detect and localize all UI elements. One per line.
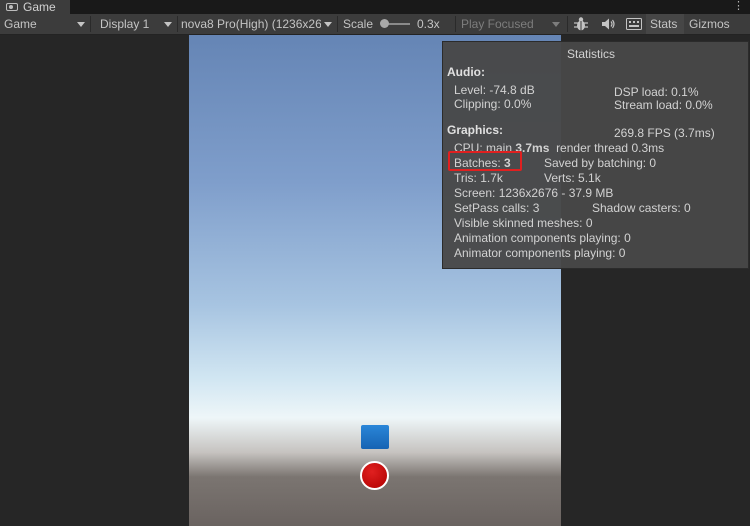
kebab-menu-icon[interactable]: ⋮ [733,0,744,12]
audio-clipping: Clipping: 0.0% [454,97,532,111]
graphics-heading: Graphics: [447,123,504,137]
display-dropdown-label: Display 1 [100,17,150,31]
mode-dropdown-label: Game [4,17,37,31]
resolution-dropdown-label: nova8 Pro(High) (1236x2676) [181,17,321,31]
game-toolbar: Game Display 1 nova8 Pro(High) (1236x267… [0,14,750,35]
visible-skinned-meshes: Visible skinned meshes: 0 [454,216,593,230]
animation-components: Animation components playing: 0 [454,231,631,245]
render-thread: render thread 0.3ms [556,141,665,155]
batches-highlight-box [448,151,522,171]
dsp-load: DSP load: 0.1% [614,85,699,99]
divider [337,16,338,32]
audio-level: Level: -74.8 dB [454,83,535,97]
stream-load: Stream load: 0.0% [614,98,713,112]
scale-label: Scale [343,17,374,31]
statistics-title: Statistics [567,47,616,61]
saved-by-batching: Saved by batching: 0 [544,156,657,170]
resolution-dropdown[interactable]: nova8 Pro(High) (1236x2676) [177,14,337,34]
play-focused-dropdown[interactable]: Play Focused [457,14,565,34]
shadow-casters: Shadow casters: 0 [592,201,691,215]
display-dropdown[interactable]: Display 1 [96,14,177,34]
game-view-icon [6,3,18,11]
audio-heading: Audio: [447,65,485,79]
red-ball [360,461,389,490]
fps-readout: 269.8 FPS (3.7ms) [614,126,715,140]
animator-components: Animator components playing: 0 [454,246,626,260]
stats-toggle-label: Stats [650,17,678,31]
mute-audio-button[interactable] [596,14,620,34]
bug-icon [574,17,588,31]
divider [567,16,568,32]
setpass-calls: SetPass calls: 3 [454,201,540,215]
divider [90,16,91,32]
stats-toggle[interactable]: Stats [646,14,684,34]
mode-dropdown[interactable]: Game [0,14,90,34]
gizmos-dropdown-label: Gizmos [689,17,730,31]
shortcuts-button[interactable] [622,14,646,34]
chevron-down-icon [552,22,560,27]
tab-game[interactable]: Game [0,0,70,14]
screen-size: Screen: 1236x2676 - 37.9 MB [454,186,614,200]
chevron-down-icon [77,22,85,27]
gizmos-dropdown[interactable]: Gizmos [686,14,750,34]
play-focused-label: Play Focused [461,17,534,31]
divider [455,16,456,32]
tris: Tris: 1.7k [454,171,503,185]
chevron-down-icon [324,22,332,27]
blue-cube [361,425,389,449]
window-tab-bar: Game ⋮ [0,0,750,14]
scale-slider-handle[interactable] [380,19,389,28]
keyboard-icon [626,18,642,30]
chevron-down-icon [164,22,172,27]
verts: Verts: 5.1k [544,171,601,185]
speaker-icon [602,18,615,30]
scale-value: 0.3x [417,17,440,31]
tab-game-label: Game [23,0,56,14]
frame-debugger-button[interactable] [570,14,594,34]
